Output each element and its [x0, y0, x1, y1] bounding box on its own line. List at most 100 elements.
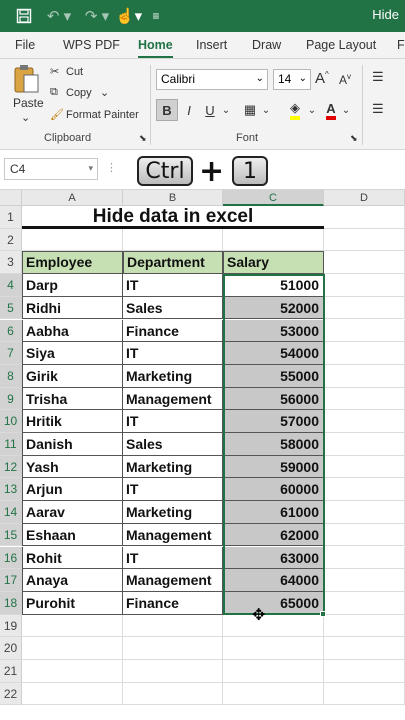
- tab-file[interactable]: File: [15, 38, 35, 52]
- fill-color-icon[interactable]: ◈: [284, 99, 306, 121]
- shrink-font-button[interactable]: Av: [339, 72, 351, 87]
- column-header-d[interactable]: D: [324, 190, 405, 206]
- employee-cell[interactable]: Darp: [22, 274, 123, 297]
- align-left-icon[interactable]: ☰: [372, 101, 384, 117]
- paste-icon[interactable]: [12, 63, 40, 98]
- department-cell[interactable]: IT: [123, 274, 223, 297]
- table-header-salary[interactable]: Salary: [223, 251, 324, 275]
- underline-dropdown-icon[interactable]: ⌄: [220, 99, 232, 121]
- empty-cell[interactable]: [123, 228, 223, 252]
- empty-cell[interactable]: [324, 614, 405, 638]
- fill-handle[interactable]: [320, 610, 326, 617]
- empty-cell[interactable]: [324, 319, 405, 343]
- employee-cell[interactable]: Aabha: [22, 319, 123, 343]
- empty-cell[interactable]: [324, 387, 405, 411]
- row-header-6[interactable]: 6: [0, 319, 22, 343]
- employee-cell[interactable]: Girik: [22, 364, 123, 388]
- department-cell[interactable]: Management: [123, 387, 223, 411]
- tab-draw[interactable]: Draw: [252, 38, 281, 52]
- empty-cell[interactable]: [324, 478, 405, 502]
- department-cell[interactable]: Sales: [123, 433, 223, 456]
- empty-cell[interactable]: [123, 682, 223, 706]
- salary-cell[interactable]: 58000: [223, 433, 324, 456]
- employee-cell[interactable]: Trisha: [22, 387, 123, 411]
- empty-cell[interactable]: [324, 501, 405, 524]
- empty-cell[interactable]: [324, 296, 405, 320]
- row-header-17[interactable]: 17: [0, 569, 22, 592]
- paste-dropdown-icon[interactable]: ⌄: [21, 111, 30, 124]
- row-header-11[interactable]: 11: [0, 433, 22, 456]
- row-header-20[interactable]: 20: [0, 637, 22, 660]
- employee-cell[interactable]: Hritik: [22, 410, 123, 433]
- row-header-4[interactable]: 4: [0, 274, 22, 297]
- cut-button[interactable]: Cut: [66, 66, 83, 78]
- column-header-b[interactable]: B: [123, 190, 223, 206]
- redo-icon[interactable]: ↷ ▾: [80, 0, 114, 32]
- department-cell[interactable]: IT: [123, 546, 223, 570]
- empty-cell[interactable]: [22, 682, 123, 706]
- empty-cell[interactable]: [324, 546, 405, 570]
- employee-cell[interactable]: Eshaan: [22, 523, 123, 547]
- salary-cell[interactable]: 60000: [223, 478, 324, 502]
- row-header-19[interactable]: 19: [0, 614, 22, 638]
- salary-cell[interactable]: 55000: [223, 364, 324, 388]
- row-header-22[interactable]: 22: [0, 682, 22, 706]
- empty-cell[interactable]: [324, 410, 405, 433]
- customize-icon[interactable]: ≡: [146, 0, 166, 32]
- row-header-14[interactable]: 14: [0, 501, 22, 524]
- empty-cell[interactable]: [223, 682, 324, 706]
- salary-cell[interactable]: 53000: [223, 319, 324, 343]
- department-cell[interactable]: IT: [123, 410, 223, 433]
- empty-cell[interactable]: [223, 614, 324, 638]
- empty-cell[interactable]: [324, 455, 405, 479]
- salary-cell[interactable]: 59000: [223, 455, 324, 479]
- row-header-10[interactable]: 10: [0, 410, 22, 433]
- paste-button[interactable]: Paste: [13, 96, 44, 110]
- row-header-5[interactable]: 5: [0, 296, 22, 320]
- empty-cell[interactable]: [324, 251, 405, 275]
- touch-mode-icon[interactable]: ☝▾: [114, 0, 144, 32]
- department-cell[interactable]: IT: [123, 478, 223, 502]
- row-header-21[interactable]: 21: [0, 660, 22, 683]
- font-color-icon[interactable]: A: [322, 99, 340, 121]
- column-header-c[interactable]: C: [223, 190, 324, 206]
- empty-cell[interactable]: [324, 364, 405, 388]
- empty-cell[interactable]: [223, 660, 324, 683]
- employee-cell[interactable]: Anaya: [22, 569, 123, 592]
- fill-color-dropdown-icon[interactable]: ⌄: [306, 99, 318, 121]
- department-cell[interactable]: Finance: [123, 591, 223, 615]
- employee-cell[interactable]: Danish: [22, 433, 123, 456]
- row-header-18[interactable]: 18: [0, 591, 22, 615]
- employee-cell[interactable]: Siya: [22, 342, 123, 365]
- salary-cell[interactable]: 65000: [223, 591, 324, 615]
- font-name-select[interactable]: Calibri ⌄: [156, 69, 268, 90]
- sheet-title[interactable]: Hide data in excel: [22, 206, 324, 229]
- empty-cell[interactable]: [324, 228, 405, 252]
- employee-cell[interactable]: Aarav: [22, 501, 123, 524]
- cut-icon[interactable]: ✂: [50, 65, 59, 78]
- font-size-select[interactable]: 14 ⌄: [273, 69, 311, 90]
- row-header-1[interactable]: 1: [0, 206, 22, 229]
- department-cell[interactable]: Marketing: [123, 455, 223, 479]
- row-header-3[interactable]: 3: [0, 251, 22, 275]
- department-cell[interactable]: Finance: [123, 319, 223, 343]
- employee-cell[interactable]: Yash: [22, 455, 123, 479]
- employee-cell[interactable]: Arjun: [22, 478, 123, 502]
- salary-cell[interactable]: 57000: [223, 410, 324, 433]
- empty-cell[interactable]: [123, 614, 223, 638]
- underline-button[interactable]: U: [200, 99, 220, 121]
- empty-cell[interactable]: [22, 228, 123, 252]
- empty-cell[interactable]: [123, 660, 223, 683]
- row-header-8[interactable]: 8: [0, 364, 22, 388]
- tab-wps-pdf[interactable]: WPS PDF: [63, 38, 120, 52]
- column-header-a[interactable]: A: [22, 190, 123, 206]
- employee-cell[interactable]: Purohit: [22, 591, 123, 615]
- row-header-13[interactable]: 13: [0, 478, 22, 502]
- empty-cell[interactable]: [324, 569, 405, 592]
- copy-button[interactable]: Copy: [66, 87, 92, 99]
- format-painter-icon[interactable]: 🖌: [50, 108, 64, 121]
- empty-cell[interactable]: [223, 637, 324, 660]
- empty-cell[interactable]: [22, 660, 123, 683]
- salary-cell[interactable]: 56000: [223, 387, 324, 411]
- row-header-15[interactable]: 15: [0, 523, 22, 547]
